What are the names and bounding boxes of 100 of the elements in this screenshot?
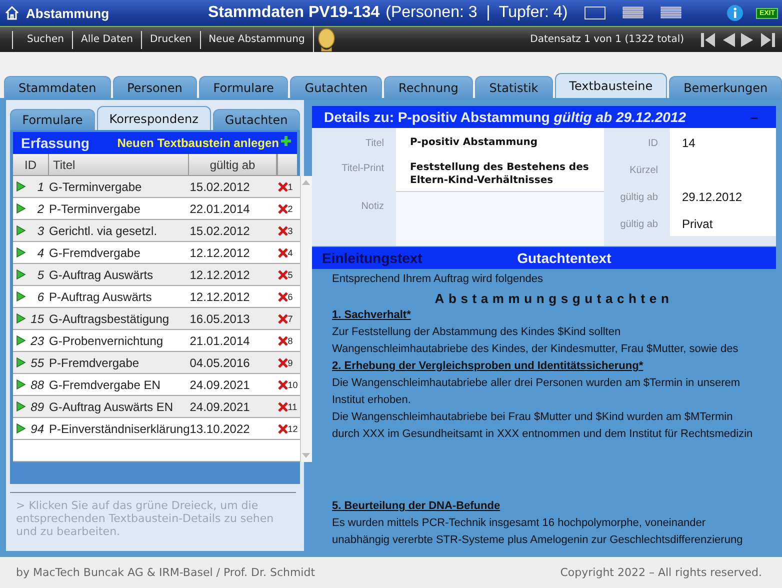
play-icon[interactable] (16, 291, 26, 302)
main-tab[interactable]: Personen (112, 76, 197, 98)
date-cell-text: 24.09.2021 (190, 400, 251, 414)
main-tab[interactable]: Bemerkungen (669, 76, 782, 98)
title-cell-text: G-Auftrag Auswärts EN (49, 400, 174, 414)
title-cell: P-Einverständniserklärung (49, 422, 190, 436)
info-icon[interactable] (726, 4, 744, 22)
view-icon[interactable] (660, 6, 682, 20)
date-cell-text: 12.12.2012 (190, 290, 251, 304)
section-heading: 1. Sachverhalt* (332, 308, 412, 323)
toolbar-button[interactable]: Suchen (12, 30, 72, 48)
delete-icon[interactable] (278, 204, 288, 214)
id-cell-text: 4 (36, 246, 45, 260)
play-icon[interactable] (16, 379, 26, 390)
title-cell-text: G-Auftragsbestätigung (49, 312, 170, 326)
play-icon[interactable] (16, 313, 26, 324)
play-icon[interactable] (16, 181, 26, 192)
record-status: Datensatz 1 von 1 (1322 total) (530, 34, 684, 45)
field-value: 14 (670, 128, 776, 155)
row-index: 1 (288, 182, 293, 192)
delete-icon[interactable] (278, 336, 288, 346)
body-text: unabhängig vererbte STR-Systeme plus Amelogenin zur Geschlechtsdifferenzierung (332, 533, 744, 548)
play-icon[interactable] (16, 335, 26, 346)
body-text: Institut erhoben. (332, 393, 412, 408)
sub-tab[interactable]: Formulare (10, 109, 96, 130)
date-cell-text: 12.12.2012 (190, 268, 251, 282)
document-title: Abstammungsgutachten (434, 290, 674, 307)
row-index: 12 (288, 424, 298, 434)
play-icon[interactable] (16, 203, 26, 214)
row-index: 9 (288, 358, 293, 368)
title-cell-text: P-Terminvergabe (49, 202, 142, 216)
date-cell-text: 15.02.2012 (190, 180, 251, 194)
id-cell-text: 94 (30, 422, 45, 436)
field-label: Kürzel (628, 164, 659, 178)
body-text: Wangenschleimhautabriebe des Kindes, der Kindesmutter, Frau $Mutter, sowie des (332, 342, 740, 357)
sub-tab[interactable]: Gutachten (212, 109, 300, 130)
id-cell-text: 23 (30, 334, 45, 348)
toolbar-button[interactable]: Drucken (140, 30, 200, 48)
delete-icon[interactable] (278, 424, 288, 434)
body-text: durch XXX im Gesundheitsamt in XXX entnommen und dem Institut für Rechtsmedizin (332, 427, 754, 442)
date-cell-text: 16.05.2013 (190, 312, 251, 326)
field-label: gültig ab (619, 191, 659, 205)
play-icon[interactable] (16, 269, 26, 280)
play-icon[interactable] (16, 225, 26, 236)
field-label: ID (647, 137, 659, 151)
plus-icon (281, 136, 291, 146)
body-text: Die Wangenschleimhautabriebe bei Frau $Mutter und $Kind wurden am $MTermin (332, 410, 734, 425)
delete-icon[interactable] (278, 226, 288, 236)
main-tab[interactable]: Stammdaten (4, 76, 111, 98)
delete-icon[interactable] (278, 402, 288, 412)
id-cell-text: 5 (36, 268, 45, 282)
view-icon[interactable] (622, 6, 644, 20)
date-cell-text: 13.10.2022 (190, 422, 251, 436)
field-value: P-positiv Abstammung (396, 128, 604, 153)
id-cell-text: 3 (36, 224, 45, 238)
body-text: Zur Feststellung der Abstammung des Kindes $Kind sollten (332, 325, 622, 340)
last-icon[interactable] (760, 30, 776, 48)
credits-text: by MacTech Buncak AG & IRM-Basel / Prof. Dr. Schmidt (16, 566, 316, 579)
first-icon[interactable] (700, 30, 716, 48)
main-tab[interactable]: Rechnung (384, 76, 473, 98)
field-label: Notiz (360, 200, 385, 214)
column-heading[interactable]: ID (13, 154, 49, 175)
play-icon[interactable] (16, 401, 26, 412)
body-text: Entsprechend Ihrem Auftrag wird folgendes (332, 272, 544, 287)
column-heading[interactable]: gültig ab (189, 154, 277, 175)
main-tab[interactable]: Textbausteine (554, 73, 668, 98)
date-cell-text: 24.09.2021 (190, 378, 251, 392)
play-icon[interactable] (16, 247, 26, 258)
date-cell-text: 22.01.2014 (190, 202, 251, 216)
row-index: 6 (288, 292, 293, 302)
id-cell-text: 55 (30, 356, 45, 370)
delete-icon[interactable] (278, 380, 288, 390)
id-cell-text: 1 (36, 180, 45, 194)
play-icon[interactable] (16, 357, 26, 368)
section-heading: 2. Erhebung der Vergleichsproben und Identitätssicherung* (332, 359, 644, 374)
sub-tab[interactable]: Korrespondenz (97, 106, 211, 130)
main-tab[interactable]: Formulare (198, 76, 288, 98)
home-icon[interactable] (4, 5, 20, 21)
field-value: 29.12.2012 (670, 182, 776, 209)
delete-icon[interactable] (278, 292, 288, 302)
delete-icon[interactable] (278, 314, 288, 324)
delete-icon[interactable] (278, 182, 288, 192)
delete-icon[interactable] (278, 358, 288, 368)
note-field[interactable] (396, 191, 604, 246)
field-label: Titel (364, 137, 385, 151)
main-tab[interactable]: Gutachten (290, 76, 382, 98)
delete-icon[interactable] (278, 270, 288, 280)
row-index: 8 (288, 336, 293, 346)
toolbar-button[interactable]: Neue Abstammung (200, 30, 313, 48)
toolbar-button[interactable]: Alle Daten (72, 30, 141, 48)
main-tab[interactable]: Statistik (474, 76, 553, 98)
hint-text: > Klicken Sie auf das grüne Dreieck, um die entsprechenden Textbaustein-Details zu sehen und zu bearbeiten. (16, 499, 275, 538)
row-index: 11 (288, 402, 298, 412)
body-text: Es wurden mittels PCR-Technik insgesamt 16 hochpolymorphe, voneinander (332, 516, 707, 531)
column-heading[interactable]: Titel (49, 154, 189, 175)
view-icon[interactable] (584, 6, 606, 20)
text-tab[interactable]: Gutachtentext (507, 250, 622, 266)
new-link[interactable]: Neuen Textbaustein anlegen (117, 136, 291, 150)
delete-icon[interactable] (278, 248, 288, 258)
play-icon[interactable] (16, 423, 26, 434)
